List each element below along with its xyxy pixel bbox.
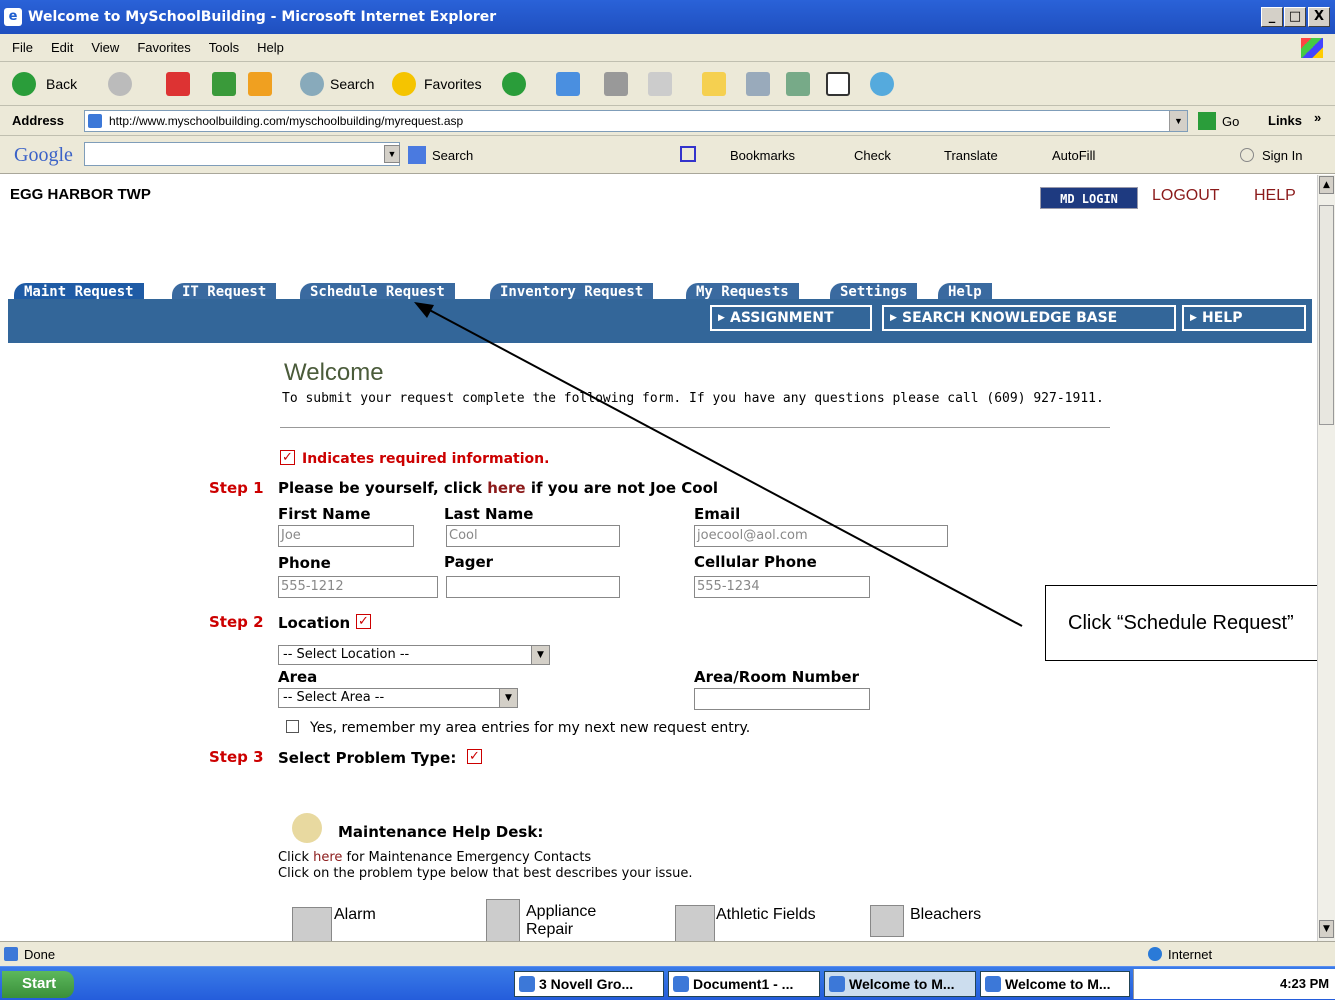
refresh-icon[interactable] <box>212 72 236 96</box>
ie-icon: e <box>4 8 22 26</box>
window-title: Welcome to MySchoolBuilding - Microsoft … <box>28 9 497 25</box>
toolbar: Back Search Favorites <box>0 62 1335 106</box>
bookmarks-star-icon[interactable] <box>680 146 696 162</box>
google-toolbar: Google ▼ Search Bookmarks Check Translat… <box>0 136 1335 174</box>
go-button[interactable]: Go <box>1222 114 1239 129</box>
links-button[interactable]: Links <box>1268 113 1302 128</box>
google-search-icon[interactable] <box>408 146 426 164</box>
forward-icon[interactable] <box>108 72 132 96</box>
signin-button[interactable]: Sign In <box>1262 148 1302 163</box>
close-button[interactable]: X <box>1308 7 1330 27</box>
translate-button[interactable]: Translate <box>944 148 998 163</box>
address-dropdown-icon[interactable]: ▼ <box>1169 111 1187 131</box>
menu-edit[interactable]: Edit <box>51 40 73 55</box>
start-button[interactable]: Start <box>2 971 74 998</box>
maximize-button[interactable]: □ <box>1284 7 1306 27</box>
app-icon <box>519 976 535 992</box>
annotation-callout: Click “Schedule Request” <box>1045 585 1317 661</box>
zone-text: Internet <box>1168 947 1213 962</box>
autofill-button[interactable]: AutoFill <box>1052 148 1095 163</box>
signin-radio-icon[interactable] <box>1240 148 1254 162</box>
media-icon[interactable] <box>502 72 526 96</box>
clock: 4:23 PM <box>1280 976 1330 991</box>
go-icon[interactable] <box>1198 112 1216 130</box>
web-page: EGG HARBOR TWP MD LOGIN LOGOUT HELP Main… <box>0 175 1317 941</box>
scroll-up-icon[interactable]: ▲ <box>1319 176 1334 194</box>
scroll-down-icon[interactable]: ▼ <box>1319 920 1334 938</box>
task-welcome[interactable]: Welcome to M... <box>980 971 1130 997</box>
address-label: Address <box>12 113 65 128</box>
favorites-button[interactable]: Favorites <box>424 76 482 92</box>
ie-icon <box>829 976 845 992</box>
menu-favorites[interactable]: Favorites <box>137 40 190 55</box>
page-status-icon <box>4 947 18 961</box>
task-welcome-active-label: Welcome to M... <box>849 976 955 992</box>
back-button[interactable]: Back <box>46 76 77 92</box>
task-novell-label: 3 Novell Gro... <box>539 976 634 992</box>
home-icon[interactable] <box>248 72 272 96</box>
chevron-right-icon[interactable]: » <box>1314 110 1321 125</box>
search-icon[interactable] <box>300 72 324 96</box>
menu-view[interactable]: View <box>91 40 119 55</box>
taskbar: Start 3 Novell Gro... Document1 - ... We… <box>0 966 1335 1000</box>
ie-icon <box>985 976 1001 992</box>
windows-logo-icon <box>1301 38 1323 58</box>
task-document1-label: Document1 - ... <box>693 976 794 992</box>
address-url[interactable]: http://www.myschoolbuilding.com/myschool… <box>109 114 463 128</box>
page-icon <box>88 114 102 128</box>
menu-tools[interactable]: Tools <box>209 40 239 55</box>
mail-icon[interactable] <box>556 72 580 96</box>
vertical-scrollbar[interactable]: ▲ ▼ <box>1317 175 1335 941</box>
task-novell[interactable]: 3 Novell Gro... <box>514 971 664 997</box>
minimize-button[interactable]: _ <box>1261 7 1283 27</box>
address-bar: Address http://www.myschoolbuilding.com/… <box>0 106 1335 136</box>
task-document1[interactable]: Document1 - ... <box>668 971 820 997</box>
google-search-button[interactable]: Search <box>432 148 473 163</box>
address-input[interactable]: http://www.myschoolbuilding.com/myschool… <box>84 110 1188 132</box>
annotation-arrow <box>414 302 1023 627</box>
folder-icon[interactable] <box>702 72 726 96</box>
research-icon[interactable] <box>786 72 810 96</box>
status-bar: Done Internet <box>0 941 1335 966</box>
messenger-icon[interactable] <box>746 72 770 96</box>
globe-icon <box>1148 947 1162 961</box>
task-welcome-label: Welcome to M... <box>1005 976 1111 992</box>
back-icon[interactable] <box>12 72 36 96</box>
stop-icon[interactable] <box>166 72 190 96</box>
edit-icon[interactable] <box>648 72 672 96</box>
title-bar: e Welcome to MySchoolBuilding - Microsof… <box>0 0 1335 34</box>
google-search-input[interactable] <box>84 142 400 166</box>
check-button[interactable]: Check <box>854 148 891 163</box>
system-tray: 4:23 PM <box>1133 969 1335 999</box>
menu-bar: File Edit View Favorites Tools Help <box>0 34 1335 62</box>
google-dropdown-icon[interactable]: ▼ <box>384 145 400 163</box>
favorites-star-icon[interactable] <box>392 72 416 96</box>
status-text: Done <box>24 947 56 962</box>
menu-file[interactable]: File <box>12 40 33 55</box>
menu-help[interactable]: Help <box>257 40 284 55</box>
print-icon[interactable] <box>604 72 628 96</box>
search-button[interactable]: Search <box>330 76 374 92</box>
snip-icon[interactable] <box>826 72 850 96</box>
google-logo: Google <box>14 144 73 166</box>
scroll-thumb[interactable] <box>1319 205 1334 425</box>
bookmarks-button[interactable]: Bookmarks <box>730 148 795 163</box>
task-welcome-active[interactable]: Welcome to M... <box>824 971 976 997</box>
word-icon <box>673 976 689 992</box>
users-icon[interactable] <box>870 72 894 96</box>
